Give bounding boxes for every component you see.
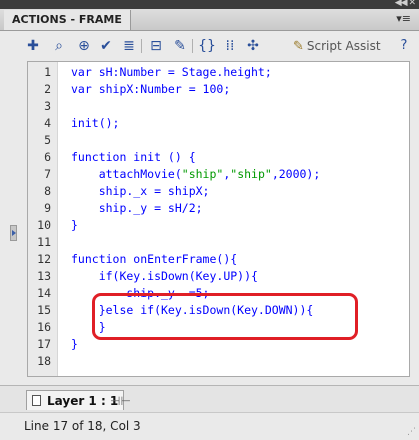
resize-grip-icon[interactable]: ⋰ (407, 427, 416, 437)
find-icon[interactable]: ⌕ (50, 38, 68, 54)
line-number: 18 (37, 354, 51, 368)
code-hint-icon[interactable]: ⊟ (147, 38, 165, 54)
line-number: 16 (37, 320, 51, 334)
script-assist-button[interactable]: ✎ Script Assist (293, 38, 381, 54)
check-syntax-icon[interactable]: ✔ (97, 38, 115, 54)
target-icon[interactable]: ⊕ (75, 38, 93, 54)
code-line: var sH:Number = Stage.height; (71, 65, 272, 79)
double-arrow-icon[interactable]: ◀◀ ✕ (395, 0, 416, 8)
layer-tab-bar: Layer 1 : 1 ⊣⊢ (0, 385, 419, 412)
code-line: if(Key.isDown(Key.UP)){ (71, 269, 258, 283)
line-number: 8 (44, 184, 51, 198)
status-text: Line 17 of 18, Col 3 (24, 419, 141, 433)
panel-title[interactable]: ACTIONS - FRAME (4, 10, 131, 30)
layer-label: Layer 1 : 1 (47, 393, 119, 408)
line-number: 6 (44, 150, 51, 164)
toolbar-separator (192, 39, 193, 53)
line-number: 4 (44, 116, 51, 130)
code-line: init(); (71, 116, 120, 130)
line-number: 12 (37, 252, 51, 266)
pin-script-icon[interactable]: ⊣⊢ (110, 394, 131, 408)
line-number: 13 (37, 269, 51, 283)
auto-format-icon[interactable]: ≣ (120, 38, 138, 54)
string-literal: "ship" (181, 167, 224, 181)
line-number: 15 (37, 303, 51, 317)
collapse-selection-icon[interactable]: ⁞⁞ (221, 38, 239, 54)
toolbar-separator (141, 39, 142, 53)
help-icon[interactable]: ? (396, 38, 412, 54)
line-number: 5 (44, 133, 51, 147)
panel-menu-icon[interactable]: ▾≡ (396, 12, 411, 25)
wand-icon: ✎ (293, 39, 304, 54)
line-number: 10 (37, 218, 51, 232)
code-line: attachMovie("ship","ship",2000); (71, 167, 321, 181)
line-number: 3 (44, 99, 51, 113)
expand-navigator-icon[interactable] (10, 225, 17, 241)
code-line: } (71, 218, 78, 232)
line-number: 7 (44, 167, 51, 181)
code-line: ship._y = sH/2; (71, 201, 203, 215)
highlight-annotation (92, 293, 358, 340)
line-number: 17 (37, 337, 51, 351)
code-line: function onEnterFrame(){ (71, 252, 238, 266)
actions-toolbar: ✚ ⌕ ⊕ ✔ ≣ ⊟ ✎ {} ⁞⁞ ✣ ✎ Script Assist ? (0, 31, 419, 61)
script-navigator-collapsed (5, 61, 17, 377)
debug-options-icon[interactable]: ✎ (171, 38, 189, 54)
collapse-braces-icon[interactable]: {} (198, 38, 216, 54)
line-number: 2 (44, 82, 51, 96)
expand-all-icon[interactable]: ✣ (244, 38, 262, 54)
status-bar: Line 17 of 18, Col 3 ⋰ (0, 412, 419, 440)
script-assist-label: Script Assist (306, 39, 381, 53)
code-line: function init () { (71, 150, 196, 164)
add-statement-icon[interactable]: ✚ (24, 38, 42, 54)
line-number: 1 (44, 65, 51, 79)
line-number-gutter: 1 2 3 4 5 6 7 8 9 10 11 12 13 14 15 16 17 18 (28, 62, 58, 376)
code-line: } (71, 337, 78, 351)
line-number: 14 (37, 286, 51, 300)
document-icon (32, 395, 41, 406)
line-number: 11 (37, 235, 51, 249)
code-line: var shipX:Number = 100; (71, 82, 231, 96)
panel-top-bar: ◀◀ ✕ (0, 0, 419, 9)
string-literal: "ship" (230, 167, 272, 181)
code-line: ship._x = shipX; (71, 184, 210, 198)
line-number: 9 (44, 201, 51, 215)
